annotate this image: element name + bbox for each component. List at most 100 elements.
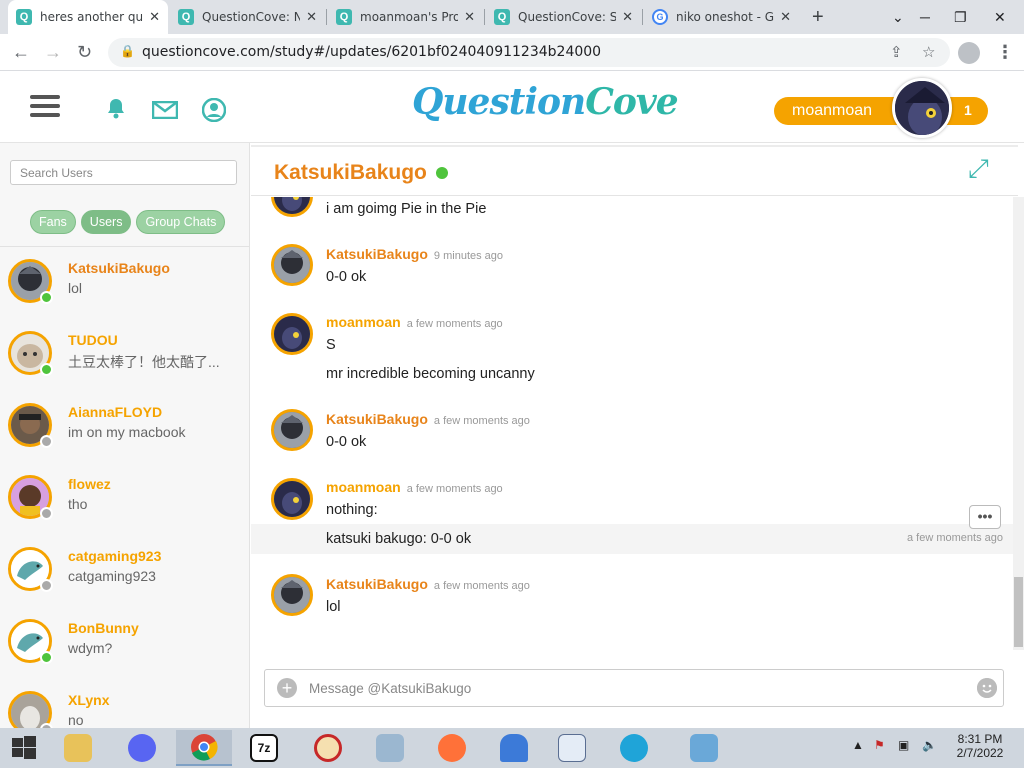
clock-date: 2/7/2022 bbox=[956, 746, 1004, 760]
network-icon[interactable]: ▣ bbox=[898, 738, 909, 752]
contact-item[interactable]: KatsukiBakugo lol bbox=[0, 249, 249, 321]
message-author[interactable]: KatsukiBakugo a few moments ago bbox=[326, 576, 530, 592]
message-text: S bbox=[326, 337, 336, 353]
window-close-icon[interactable]: ✕ bbox=[994, 0, 1006, 34]
tab-close-icon[interactable]: ✕ bbox=[306, 9, 317, 25]
forward-arrow-icon[interactable]: → bbox=[44, 42, 62, 63]
emoji-icon[interactable] bbox=[977, 678, 997, 698]
system-clock[interactable]: 8:31 PM 2/7/2022 bbox=[940, 732, 1020, 760]
tab-separator bbox=[326, 9, 327, 25]
contact-last-message: 土豆太棒了！他太酷了... bbox=[68, 354, 220, 370]
discord-icon[interactable] bbox=[114, 730, 170, 766]
tab-search-chevron-icon[interactable]: ⌄ bbox=[892, 0, 904, 34]
tab-title: QuestionCove: Se bbox=[518, 10, 617, 24]
user-avatar[interactable] bbox=[892, 78, 952, 138]
contact-last-message: im on my macbook bbox=[68, 424, 186, 440]
filter-group-chats[interactable]: Group Chats bbox=[136, 210, 226, 234]
tab-close-icon[interactable]: ✕ bbox=[464, 9, 475, 25]
contact-item[interactable]: TUDOU 土豆太棒了！他太酷了... bbox=[0, 321, 249, 393]
contact-item[interactable]: XLynx no bbox=[0, 681, 249, 729]
message-author[interactable]: moanmoan a few moments ago bbox=[326, 314, 503, 330]
questioncove-favicon-icon: Q bbox=[178, 9, 194, 25]
questioncove-logo[interactable]: QuestionCove bbox=[412, 81, 679, 123]
message-scrollbar[interactable] bbox=[1013, 197, 1024, 650]
chrome-icon[interactable] bbox=[176, 730, 232, 766]
tab-close-icon[interactable]: ✕ bbox=[622, 9, 633, 25]
chat-title[interactable]: KatsukiBakugo bbox=[274, 161, 427, 185]
message-author[interactable]: KatsukiBakugo 9 minutes ago bbox=[326, 246, 503, 262]
tab-close-icon[interactable]: ✕ bbox=[149, 9, 160, 25]
new-tab-button[interactable]: + bbox=[812, 6, 824, 29]
firefox-icon[interactable] bbox=[424, 730, 480, 766]
avatar bbox=[271, 478, 313, 520]
message-text: katsuki bakugo: 0-0 ok bbox=[326, 531, 472, 547]
add-attachment-icon[interactable]: + bbox=[277, 678, 297, 698]
contact-item[interactable]: flowez tho bbox=[0, 465, 249, 537]
edge-icon[interactable] bbox=[606, 730, 662, 766]
back-arrow-icon[interactable]: ← bbox=[12, 42, 30, 63]
hamburger-menu-icon[interactable] bbox=[30, 95, 60, 117]
profile-circle-icon[interactable] bbox=[201, 97, 227, 128]
filter-pills: Fans Users Group Chats bbox=[30, 210, 226, 234]
contact-name: TUDOU bbox=[68, 332, 118, 348]
message-text: 0-0 ok bbox=[326, 434, 367, 450]
browser-tab-strip: Q heres another qu ✕ Q QuestionCove: No … bbox=[0, 0, 1024, 34]
paint-icon[interactable] bbox=[544, 730, 600, 766]
browser-menu-icon[interactable]: ⋮ bbox=[996, 42, 1014, 63]
blocked-app-icon[interactable] bbox=[300, 730, 356, 766]
expand-icon[interactable]: ⤢ bbox=[968, 153, 989, 185]
contact-item[interactable]: AiannaFLOYD im on my macbook bbox=[0, 393, 249, 465]
message-input[interactable] bbox=[309, 678, 949, 698]
avatar bbox=[271, 409, 313, 451]
minimize-icon[interactable]: ─ bbox=[920, 0, 930, 34]
reload-icon[interactable]: ↻ bbox=[77, 42, 92, 63]
message-author[interactable]: KatsukiBakugo a few moments ago bbox=[326, 411, 530, 427]
message-author[interactable]: moanmoan a few moments ago bbox=[326, 479, 503, 495]
scrollbar-thumb[interactable] bbox=[1014, 577, 1023, 647]
browser-tab[interactable]: Q moanmoan's Prof ✕ bbox=[328, 0, 483, 34]
tab-title: niko oneshot - Go bbox=[676, 10, 775, 24]
online-status-dot bbox=[40, 651, 53, 664]
windows-taskbar: 7z ▲ ⚑ ▣ 🔈 8:31 PM 2/7/2022 bbox=[0, 728, 1024, 768]
tab-separator bbox=[484, 9, 485, 25]
volume-muted-icon[interactable]: 🔈 bbox=[922, 738, 937, 752]
system-monitor-icon[interactable] bbox=[362, 730, 418, 766]
search-users-input[interactable]: Search Users bbox=[10, 160, 237, 185]
tab-close-icon[interactable]: ✕ bbox=[780, 9, 791, 25]
tray-expand-icon[interactable]: ▲ bbox=[852, 738, 864, 752]
envelope-icon[interactable] bbox=[151, 100, 179, 125]
browser-tab[interactable]: Q QuestionCove: No ✕ bbox=[170, 0, 325, 34]
message-text: lol bbox=[326, 599, 341, 615]
filter-users[interactable]: Users bbox=[80, 210, 132, 234]
restore-icon[interactable]: ❐ bbox=[954, 0, 967, 34]
photos-icon[interactable] bbox=[676, 730, 732, 766]
bookmark-star-icon[interactable]: ☆ bbox=[922, 43, 935, 61]
file-explorer-icon[interactable] bbox=[50, 730, 106, 766]
lock-icon: 🔒 bbox=[120, 44, 135, 58]
avatar bbox=[271, 244, 313, 286]
browser-tab[interactable]: Q QuestionCove: Se ✕ bbox=[486, 0, 641, 34]
contact-item[interactable]: BonBunny wdym? bbox=[0, 609, 249, 681]
message-timestamp: a few moments ago bbox=[433, 580, 530, 592]
7zip-icon[interactable]: 7z bbox=[236, 730, 292, 766]
app-icon[interactable] bbox=[486, 730, 542, 766]
avatar bbox=[271, 313, 313, 355]
online-status-dot bbox=[40, 363, 53, 376]
windows-start-icon[interactable] bbox=[0, 730, 48, 766]
address-bar[interactable]: 🔒 questioncove.com/study#/updates/6201bf… bbox=[108, 38, 950, 67]
browser-tab[interactable]: G niko oneshot - Go ✕ bbox=[644, 0, 799, 34]
bell-icon[interactable] bbox=[106, 97, 126, 125]
browser-tab[interactable]: Q heres another qu ✕ bbox=[8, 0, 168, 34]
profile-avatar-icon[interactable] bbox=[958, 42, 980, 64]
user-menu[interactable]: moanmoan 1 bbox=[774, 97, 988, 125]
message-timestamp: a few moments ago bbox=[433, 415, 530, 427]
contact-name: BonBunny bbox=[68, 620, 139, 636]
chat-sidebar: Search Users Fans Users Group Chats Kats… bbox=[0, 143, 250, 729]
online-status-dot bbox=[436, 167, 448, 179]
message-more-options-button[interactable]: ••• bbox=[969, 505, 1001, 529]
share-icon[interactable]: ⇪ bbox=[890, 43, 903, 61]
contact-item[interactable]: catgaming923 catgaming923 bbox=[0, 537, 249, 609]
url-text[interactable]: questioncove.com/study#/updates/6201bf02… bbox=[142, 44, 601, 60]
action-center-flag-icon[interactable]: ⚑ bbox=[874, 738, 885, 752]
filter-fans[interactable]: Fans bbox=[30, 210, 76, 234]
